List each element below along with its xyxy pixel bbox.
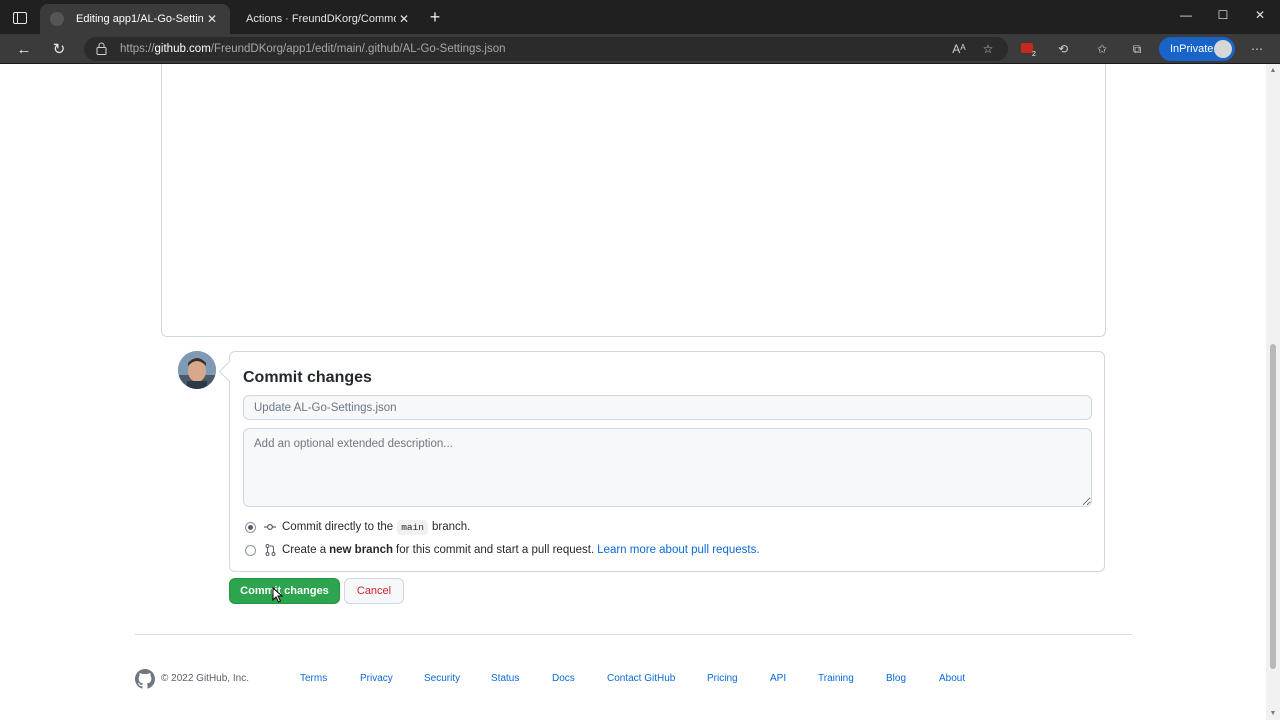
footer-link-about[interactable]: About (939, 673, 965, 684)
collections-icon[interactable]: ⧉ (1128, 40, 1146, 58)
commit-direct-text: Commit directly to the (282, 521, 394, 533)
commit-title: Commit changes (243, 369, 372, 386)
footer-link-privacy[interactable]: Privacy (360, 673, 393, 684)
favorites-icon[interactable]: ✩ (1093, 40, 1111, 58)
back-icon[interactable]: ← (13, 39, 35, 59)
scroll-thumb[interactable] (1270, 344, 1276, 669)
commit-direct-radio[interactable] (245, 521, 256, 533)
profile-avatar (1214, 40, 1232, 58)
user-avatar (178, 351, 216, 389)
tab-title: Editing app1/AL-Go-Settings.json (76, 13, 204, 25)
footer-link-status[interactable]: Status (491, 673, 519, 684)
url-text: https://github.com/FreundDKorg/app1/edit… (120, 43, 506, 55)
commit-changes-panel: Commit changes Commit directly to the ma… (229, 351, 1105, 572)
favorite-add-icon[interactable]: ☆ (979, 40, 997, 58)
tab-actions-icon[interactable] (8, 8, 32, 28)
new-branch-bold: new branch (329, 544, 394, 556)
footer-divider (135, 634, 1132, 635)
footer-link-terms[interactable]: Terms (300, 673, 327, 684)
commit-changes-button[interactable]: Commit changes (229, 578, 340, 604)
inprivate-label: InPrivate (1170, 43, 1214, 55)
new-tab-icon[interactable]: + (426, 8, 444, 27)
close-tab-icon[interactable]: ✕ (204, 12, 220, 26)
footer-link-pricing[interactable]: Pricing (707, 673, 738, 684)
maximize-icon[interactable]: ☐ (1212, 8, 1234, 26)
footer-copyright: © 2022 GitHub, Inc. (161, 673, 249, 684)
new-branch-option[interactable]: Create a new branch for this commit and … (245, 542, 760, 558)
browser-tab-bar: Editing app1/AL-Go-Settings.json ✕ Actio… (0, 0, 1280, 34)
new-branch-radio[interactable] (245, 544, 256, 556)
address-bar[interactable]: https://github.com/FreundDKorg/app1/edit… (84, 37, 1008, 61)
github-page: Commit changes Commit directly to the ma… (0, 64, 1280, 720)
close-tab-icon[interactable]: ✕ (396, 12, 412, 26)
more-options-icon[interactable]: ⋯ (1248, 40, 1266, 58)
commit-summary-input[interactable] (243, 395, 1092, 420)
branch-name: main (397, 519, 429, 535)
page-scrollbar[interactable]: ▲ ▼ (1266, 64, 1280, 720)
commit-direct-suffix: branch. (432, 521, 471, 533)
extension-badge: 2 (1032, 51, 1036, 56)
file-editor-area[interactable] (161, 64, 1106, 337)
footer-link-training[interactable]: Training (818, 673, 854, 684)
github-logo-icon[interactable] (135, 669, 155, 689)
lock-icon (96, 42, 108, 56)
minimize-icon[interactable]: — (1175, 8, 1197, 26)
learn-more-pull-requests-link[interactable]: Learn more about pull requests. (597, 544, 759, 556)
tab-editing-settings[interactable]: Editing app1/AL-Go-Settings.json ✕ (40, 4, 230, 34)
tab-title: Actions · FreundDKorg/Common (246, 13, 396, 25)
git-commit-icon (263, 520, 277, 534)
extensions-puzzle-icon[interactable]: ⟲ (1054, 40, 1072, 58)
mouse-cursor-icon (272, 587, 284, 603)
refresh-icon[interactable]: ↻ (48, 39, 70, 59)
new-branch-suffix: for this commit and start a pull request… (396, 544, 595, 556)
footer-link-blog[interactable]: Blog (886, 673, 906, 684)
github-favicon-icon (50, 12, 64, 26)
commit-direct-option[interactable]: Commit directly to the main branch. (245, 519, 470, 535)
new-branch-prefix: Create a (282, 544, 327, 556)
footer-link-api[interactable]: API (770, 673, 786, 684)
inprivate-badge[interactable]: InPrivate (1159, 37, 1235, 61)
footer-link-contact-github[interactable]: Contact GitHub (607, 673, 675, 684)
tab-actions-common[interactable]: Actions · FreundDKorg/Common ✕ (236, 4, 422, 34)
git-pull-request-icon (263, 543, 277, 557)
commit-description-input[interactable] (243, 428, 1092, 507)
read-aloud-icon[interactable]: Aᴬ (950, 40, 968, 58)
scroll-down-icon[interactable]: ▼ (1269, 710, 1277, 717)
footer-link-docs[interactable]: Docs (552, 673, 575, 684)
scroll-up-icon[interactable]: ▲ (1269, 67, 1277, 74)
extension-icon[interactable]: 2 (1019, 40, 1037, 58)
close-window-icon[interactable]: ✕ (1249, 8, 1271, 26)
cancel-button[interactable]: Cancel (344, 578, 404, 604)
footer-link-security[interactable]: Security (424, 673, 460, 684)
browser-toolbar: ← ↻ https://github.com/FreundDKorg/app1/… (0, 34, 1280, 64)
